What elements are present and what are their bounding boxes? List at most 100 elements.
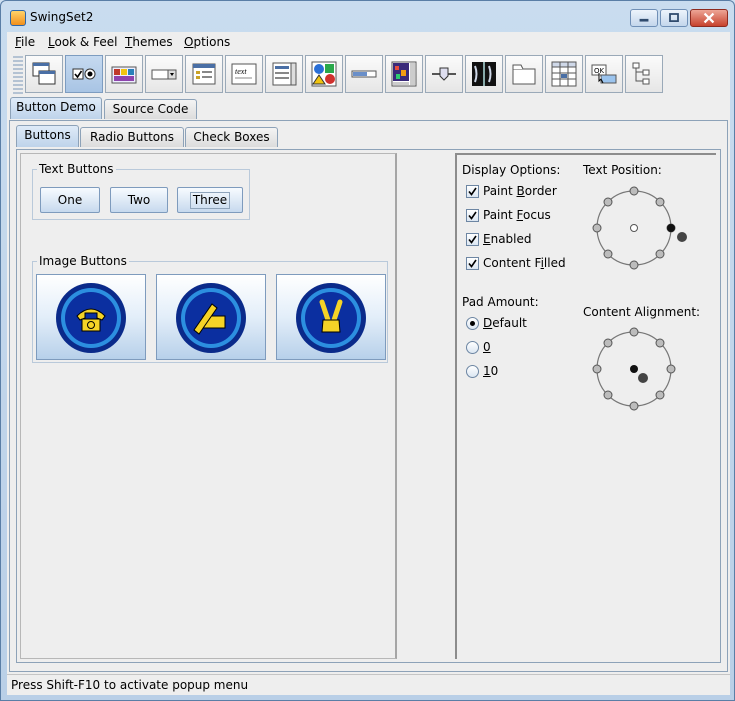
menu-themes[interactable]: Themes: [125, 35, 173, 49]
tool-table[interactable]: [545, 55, 583, 93]
tool-internal-frame[interactable]: [25, 55, 63, 93]
tab-source-code[interactable]: Source Code: [104, 99, 197, 119]
peace-icon: [296, 283, 366, 353]
tool-combobox[interactable]: [145, 55, 183, 93]
menu-bar: File Look & Feel Themes Options: [7, 32, 730, 53]
radio-selected-dot: [470, 321, 475, 326]
tool-tooltip[interactable]: OK: [585, 55, 623, 93]
content-alignment-title: Content Alignment:: [583, 305, 701, 319]
text-buttons-title: Text Buttons: [37, 162, 116, 176]
enabled-mnemonic: E: [483, 232, 491, 246]
main-tabs: Button Demo Source Code: [7, 97, 730, 121]
pad-10-radio[interactable]: [466, 365, 479, 378]
tool-tabbed-pane[interactable]: [505, 55, 543, 93]
buttons-area: Text Buttons One Two Three Image Buttons: [20, 153, 397, 659]
close-button[interactable]: [690, 9, 728, 27]
pad-amount-title: Pad Amount:: [462, 295, 539, 309]
enabled-label[interactable]: Enabled: [483, 232, 532, 246]
tab-button-demo[interactable]: Button Demo: [10, 97, 102, 119]
progress-bar-icon: [351, 70, 377, 78]
paint-focus-label[interactable]: Paint Focus: [483, 208, 551, 222]
menu-themes-label: hemes: [132, 35, 173, 49]
content-filled-label[interactable]: Content Filled: [483, 256, 566, 270]
menu-options[interactable]: Options: [184, 35, 230, 49]
checkmark-icon: [468, 235, 477, 244]
text-position-title: Text Position:: [583, 163, 662, 177]
button-one[interactable]: One: [40, 187, 100, 213]
tool-slider[interactable]: [425, 55, 463, 93]
button-type-tabs: Buttons Radio Buttons Check Boxes: [16, 125, 721, 149]
tool-color-chooser[interactable]: [105, 55, 143, 93]
minimize-button[interactable]: [630, 9, 658, 27]
tab-radio-buttons[interactable]: Radio Buttons: [80, 127, 184, 147]
text-position-dial[interactable]: [584, 180, 694, 290]
pad-default-label[interactable]: Default: [483, 316, 527, 330]
paint-border-mnemonic: B: [516, 184, 525, 198]
tool-split-pane[interactable]: [465, 55, 503, 93]
tool-button[interactable]: [65, 55, 103, 93]
phone-button[interactable]: [36, 274, 146, 360]
menu-file[interactable]: File: [15, 35, 35, 49]
button-three[interactable]: Three: [177, 187, 243, 213]
maximize-button[interactable]: [660, 9, 688, 27]
tab-buttons[interactable]: Buttons: [16, 125, 79, 147]
pad-0-label[interactable]: 0: [483, 340, 491, 354]
tool-scroll-pane[interactable]: [385, 55, 423, 93]
maximize-icon: [669, 13, 679, 22]
content-filled-text-b: lled: [543, 256, 566, 270]
menu-options-label: ptions: [193, 35, 231, 49]
enabled-checkbox[interactable]: [466, 233, 479, 246]
pad-10-label[interactable]: 10: [483, 364, 498, 378]
split-pane-icon: [472, 62, 496, 86]
tool-option-pane[interactable]: [305, 55, 343, 93]
menu-look-and-feel-label: ook & Feel: [54, 35, 118, 49]
title-bar[interactable]: SwingSet2: [1, 1, 734, 33]
toolbar: text OK: [7, 53, 730, 99]
minimize-icon: [639, 18, 649, 22]
tab-check-boxes[interactable]: Check Boxes: [185, 127, 278, 147]
button-two[interactable]: Two: [110, 187, 168, 213]
write-button[interactable]: [156, 274, 266, 360]
button-icon: [72, 68, 96, 80]
tooltip-icon: OK: [591, 64, 617, 84]
write-icon: [176, 283, 246, 353]
pad-10-mnemonic: 1: [483, 364, 491, 378]
phone-icon: [56, 283, 126, 353]
checkmark-icon: [468, 211, 477, 220]
tool-file-chooser[interactable]: [185, 55, 223, 93]
tool-editor-pane[interactable]: text: [225, 55, 263, 93]
paint-focus-text-b: ocus: [523, 208, 551, 222]
scroll-pane-icon: [391, 61, 417, 87]
toolbar-grip[interactable]: [13, 56, 23, 94]
editor-sample-text: text: [235, 67, 247, 76]
paint-border-label[interactable]: Paint Border: [483, 184, 557, 198]
button-three-label: Three: [189, 192, 231, 209]
slider-icon: [432, 67, 456, 81]
pad-default-mnemonic: D: [483, 316, 493, 330]
options-area: Display Options: Paint Border Paint Focu…: [455, 153, 716, 659]
menu-look-and-feel[interactable]: Look & Feel: [48, 35, 117, 49]
paint-focus-checkbox[interactable]: [466, 209, 479, 222]
app-window: SwingSet2 File Look & Feel Themes Option…: [0, 0, 735, 701]
table-icon: [551, 61, 577, 87]
file-chooser-icon: [192, 63, 216, 85]
color-chooser-icon: [111, 66, 137, 84]
editor-pane-icon: text: [231, 63, 257, 85]
content-filled-checkbox[interactable]: [466, 257, 479, 270]
pad-0-radio[interactable]: [466, 341, 479, 354]
pad-default-text: efault: [492, 316, 527, 330]
combobox-icon: [151, 69, 177, 80]
tool-list[interactable]: [265, 55, 303, 93]
paint-border-checkbox[interactable]: [466, 185, 479, 198]
status-bar: Press Shift-F10 to activate popup menu: [7, 674, 730, 695]
status-text: Press Shift-F10 to activate popup menu: [11, 678, 249, 692]
content-filled-text-a: Content F: [483, 256, 541, 270]
tool-progress-bar[interactable]: [345, 55, 383, 93]
image-buttons-title: Image Buttons: [37, 254, 129, 268]
paint-border-text-a: Paint: [483, 184, 517, 198]
tool-tree[interactable]: [625, 55, 663, 93]
pad-default-radio[interactable]: [466, 317, 479, 330]
paint-focus-text-a: Paint: [483, 208, 517, 222]
content-alignment-dial[interactable]: [584, 323, 694, 433]
peace-button[interactable]: [276, 274, 386, 360]
